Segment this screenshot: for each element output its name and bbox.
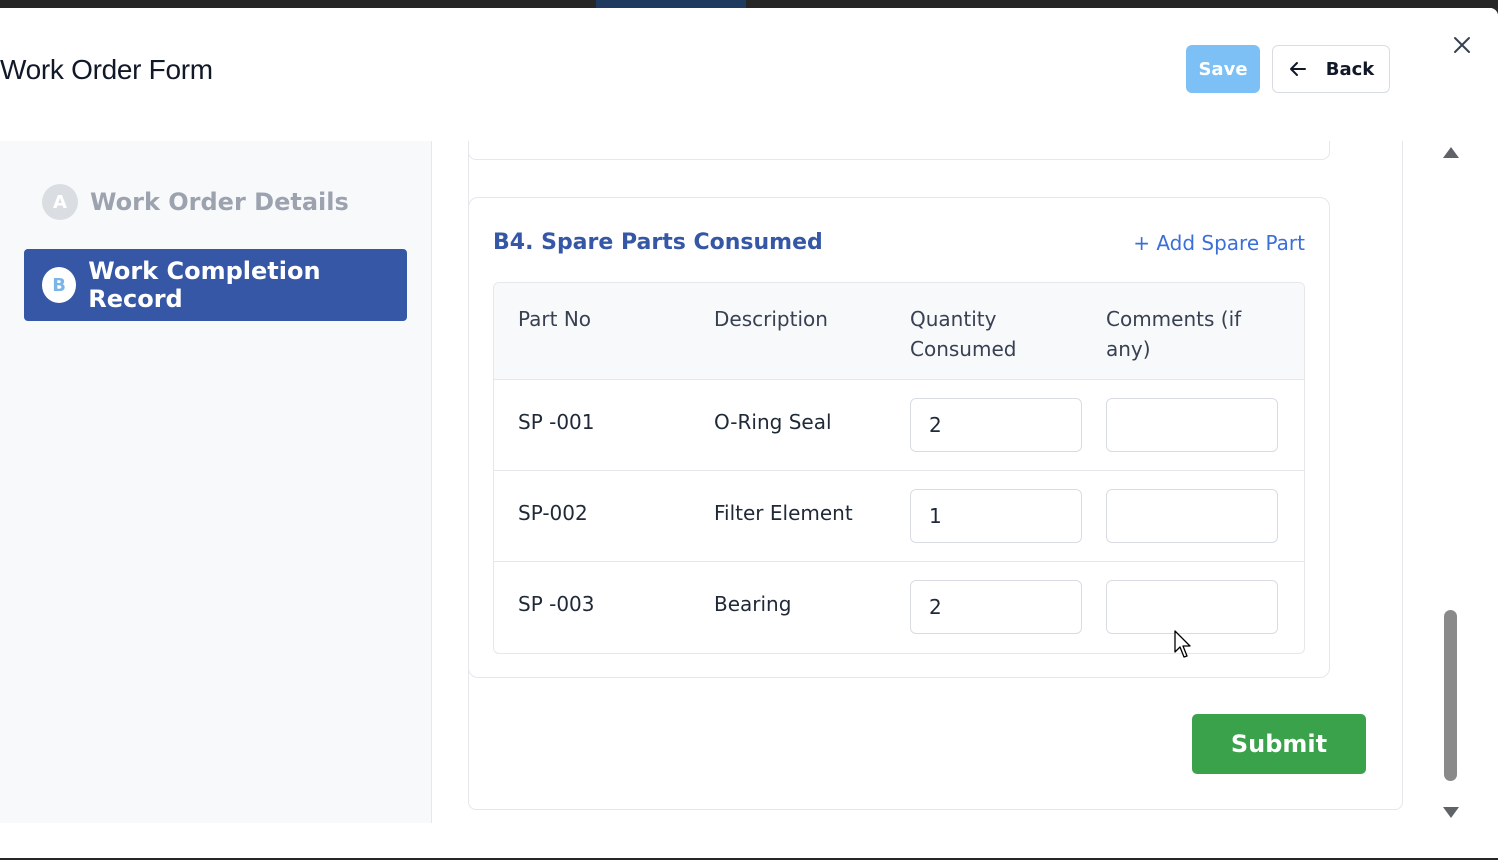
back-label: Back [1325,58,1375,80]
step-label: Work Completion Record [88,257,321,313]
quantity-input[interactable] [910,580,1082,634]
mouse-cursor-icon [1174,630,1191,658]
table-header: Part No Description Quantity Consumed Co… [494,283,1304,380]
work-order-modal: Work Order Form Save Back A Work Order D… [0,8,1498,858]
previous-section-card [468,141,1330,160]
save-button[interactable]: Save [1186,45,1260,93]
comments-input[interactable] [1106,398,1278,452]
form-content: B4. Spare Parts Consumed + Add Spare Par… [432,141,1442,823]
step-badge: B [42,267,77,303]
back-button[interactable]: Back [1272,45,1390,93]
comments-input[interactable] [1106,580,1278,634]
steps-sidebar: A Work Order Details B Work Completion R… [0,141,432,823]
page-title: Work Order Form [0,54,213,85]
column-header-quantity: Quantity Consumed [910,307,1017,361]
column-header-part-no: Part No [518,307,592,331]
column-header-description: Description [714,307,828,331]
step-label: Work Order Details [90,188,349,216]
scroll-up-arrow-icon[interactable] [1443,147,1459,158]
scroll-down-arrow-icon[interactable] [1443,807,1459,818]
table-row: SP -001 O-Ring Seal [494,380,1304,471]
description-cell: Bearing [714,592,792,616]
add-spare-part-link[interactable]: + Add Spare Part [1133,231,1305,255]
close-button[interactable] [1450,33,1474,57]
spare-parts-table: Part No Description Quantity Consumed Co… [493,282,1305,654]
table-row: SP-002 Filter Element [494,471,1304,562]
part-no-cell: SP -001 [518,410,595,434]
active-tab-highlight [596,0,746,8]
column-header-comments: Comments (if any) [1106,307,1242,361]
part-no-cell: SP -003 [518,592,595,616]
comments-input[interactable] [1106,489,1278,543]
step-work-completion-record[interactable]: B Work Completion Record [24,249,407,321]
step-work-order-details[interactable]: A Work Order Details [24,166,407,238]
part-no-cell: SP-002 [518,501,588,525]
description-cell: O-Ring Seal [714,410,832,434]
top-taskbar-strip [0,0,1498,8]
scrollbar-thumb[interactable] [1444,610,1457,781]
close-icon [1454,37,1470,53]
quantity-input[interactable] [910,398,1082,452]
section-title: B4. Spare Parts Consumed [493,230,823,255]
spare-parts-section: B4. Spare Parts Consumed + Add Spare Par… [468,197,1330,678]
description-cell: Filter Element [714,501,853,525]
arrow-left-icon [1289,62,1306,76]
quantity-input[interactable] [910,489,1082,543]
vertical-scrollbar[interactable] [1440,141,1462,823]
submit-button[interactable]: Submit [1192,714,1366,774]
step-badge: A [42,184,78,220]
modal-header: Work Order Form Save Back [0,8,1498,141]
